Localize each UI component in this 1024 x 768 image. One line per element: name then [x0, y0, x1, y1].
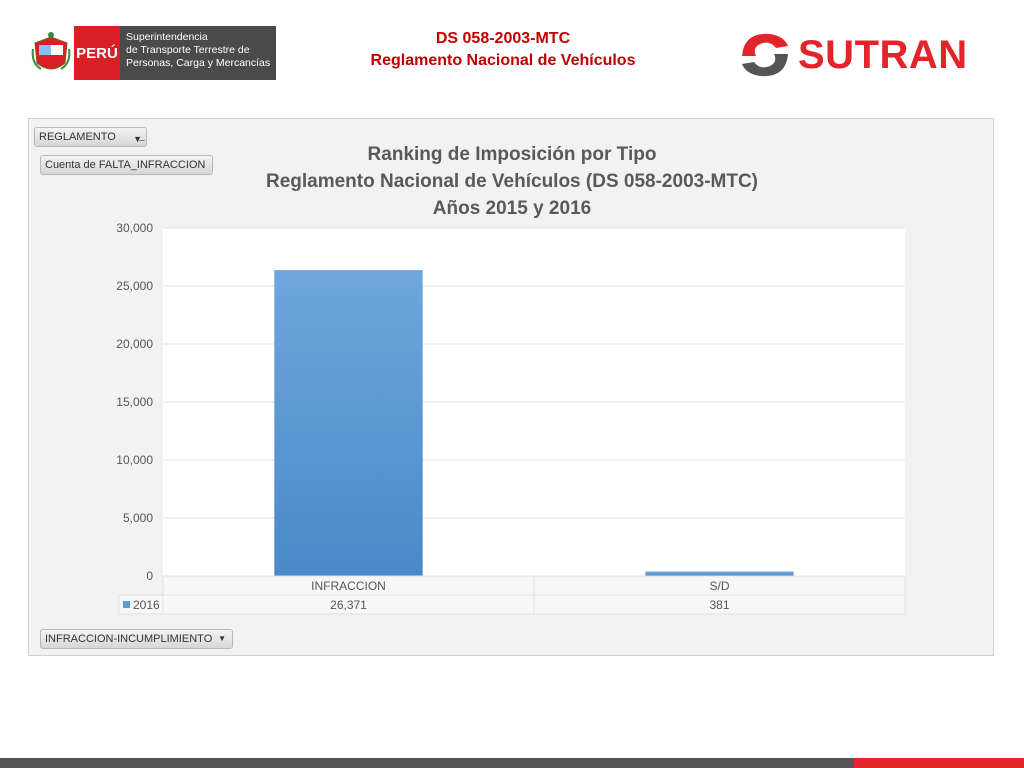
legend-series-label: 2016: [133, 598, 160, 612]
x-category-label: INFRACCION: [311, 579, 386, 593]
peru-label: PERÚ: [74, 26, 120, 80]
data-label: 26,371: [330, 598, 367, 612]
bar-infraccion: [274, 270, 423, 576]
y-tick-label: 0: [146, 569, 153, 583]
data-label: 381: [709, 598, 729, 612]
y-tick-label: 30,000: [116, 221, 153, 235]
peru-logo: PERÚ Superintendencia de Transporte Terr…: [28, 26, 276, 80]
values-row: [118, 594, 906, 615]
chevron-down-icon: ▼: [218, 634, 226, 643]
y-tick-label: 5,000: [123, 511, 153, 525]
page-title-line2: Reglamento Nacional de Vehículos: [370, 52, 636, 69]
page-title: DS 058-2003-MTC Reglamento Nacional de V…: [320, 28, 686, 72]
institution-name: Superintendencia de Transporte Terrestre…: [120, 26, 276, 80]
x-category-label: S/D: [709, 579, 729, 593]
axis-field-dropdown[interactable]: INFRACCION-INCUMPLIMIENTO ▼: [40, 629, 233, 649]
y-tick-label: 10,000: [116, 453, 153, 467]
sutran-swoosh-icon: [742, 33, 788, 77]
y-tick-label: 20,000: [116, 337, 153, 351]
footer-accent: [854, 758, 1024, 768]
sutran-logo: SUTRAN: [736, 26, 994, 84]
bar-chart: 0 5,000 10,000 15,000 20,000 25,000 30,000 INF…: [116, 221, 906, 615]
bar-s-d: [645, 571, 794, 576]
y-tick-label: 25,000: [116, 279, 153, 293]
sutran-wordmark: SUTRAN: [798, 32, 968, 77]
chart-panel: REGLAMENTO ▼̶ Cuenta de FALTA_INFRACCION…: [28, 118, 994, 656]
page-title-line1: DS 058-2003-MTC: [435, 30, 571, 47]
legend-swatch: [123, 601, 130, 608]
coat-of-arms-icon: [28, 26, 74, 80]
y-tick-label: 15,000: [116, 395, 153, 409]
